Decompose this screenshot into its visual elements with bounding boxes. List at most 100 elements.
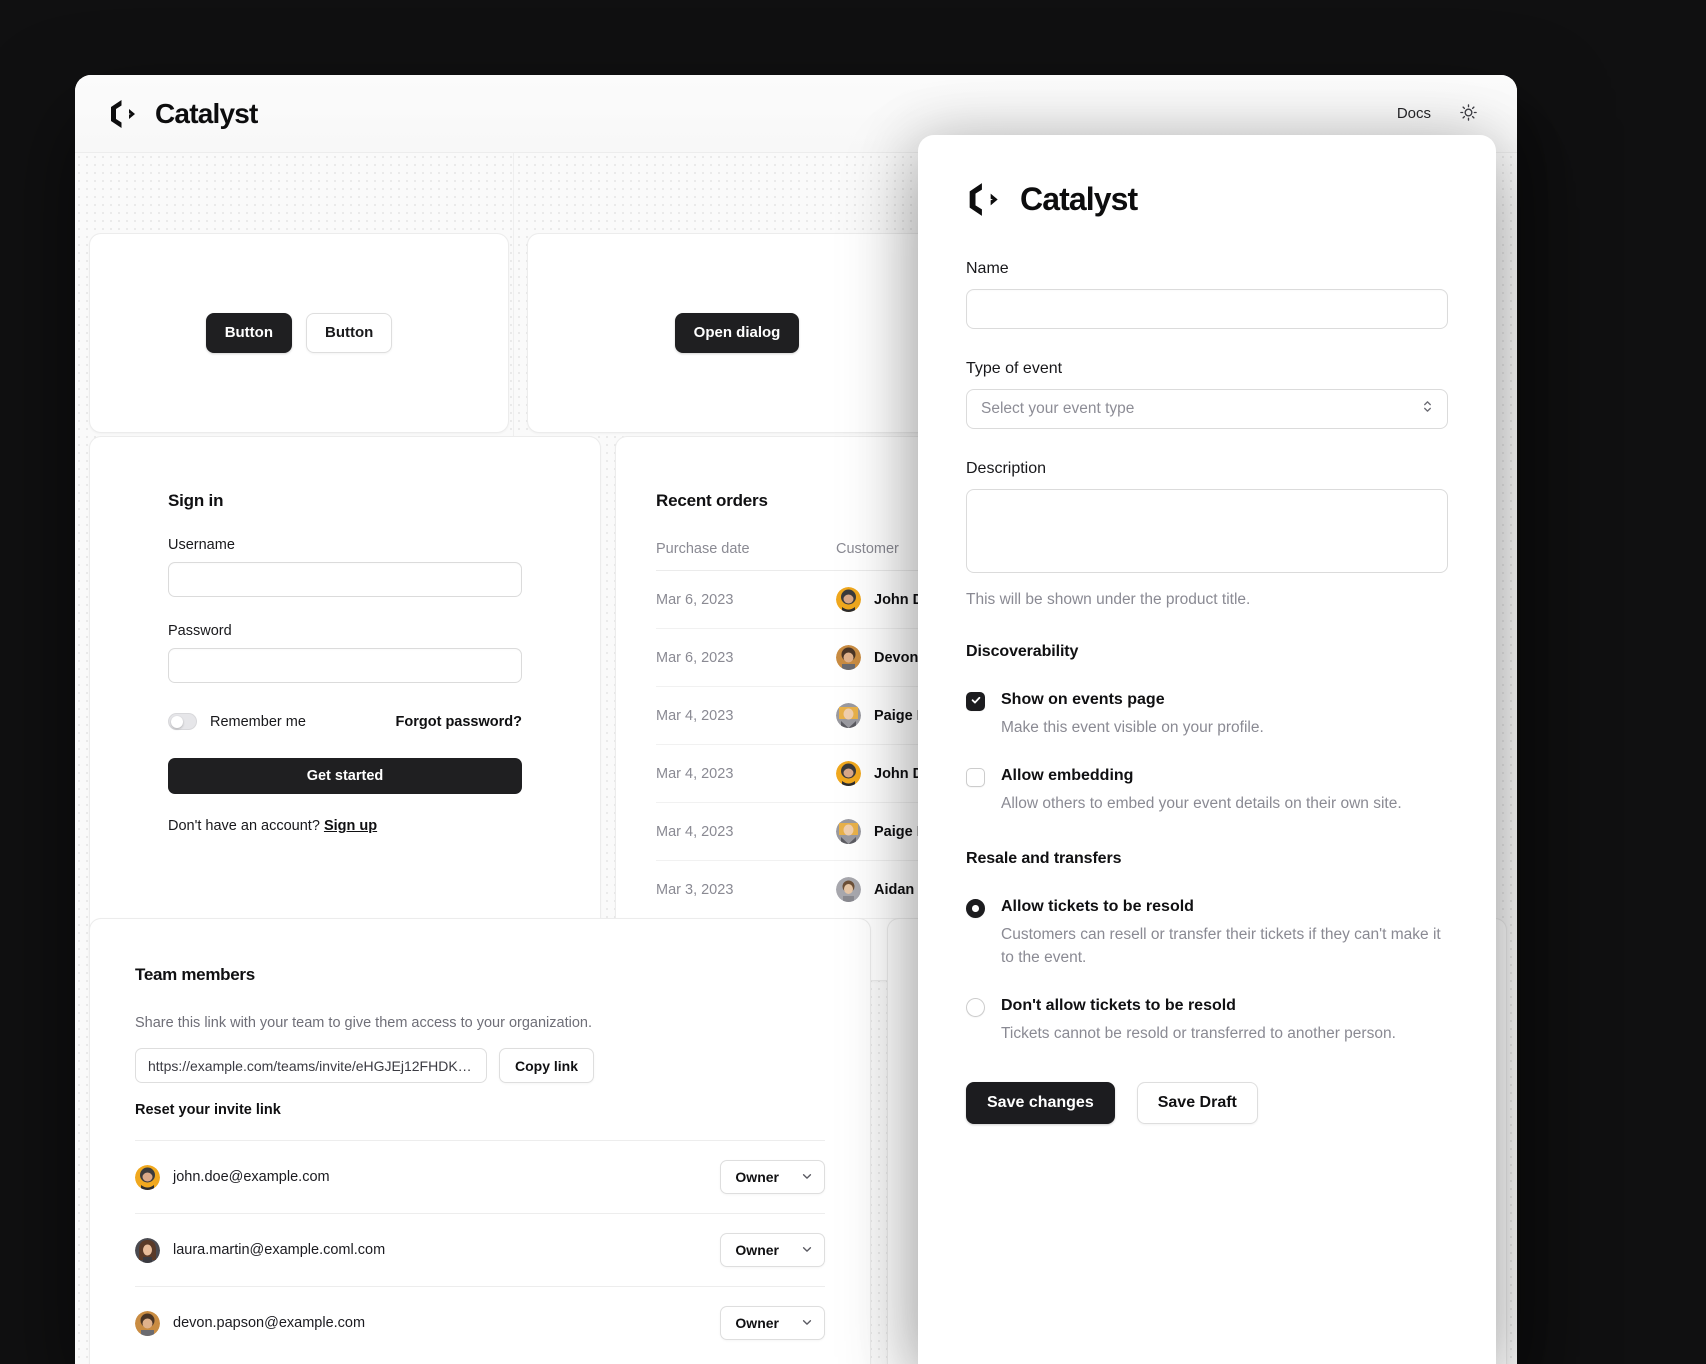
forgot-password-link[interactable]: Forgot password? bbox=[396, 714, 522, 730]
copy-link-button[interactable]: Copy link bbox=[499, 1048, 594, 1083]
member-role-select[interactable]: Owner bbox=[720, 1306, 825, 1340]
option-description: Allow others to embed your event details… bbox=[1001, 793, 1448, 816]
option-title: Show on events page bbox=[1001, 690, 1448, 710]
catalyst-logo-icon bbox=[108, 99, 142, 129]
chevron-down-icon bbox=[801, 1169, 813, 1185]
member-email: john.doe@example.com bbox=[173, 1169, 330, 1185]
discoverability-heading: Discoverability bbox=[966, 643, 1448, 661]
save-draft-button[interactable]: Save Draft bbox=[1137, 1082, 1258, 1124]
dialog-event-type-select[interactable]: Select your event type bbox=[966, 389, 1448, 429]
screenshot-stage: Catalyst Docs B bbox=[0, 0, 1706, 1364]
dialog-event-type-value: Select your event type bbox=[981, 400, 1134, 418]
remember-me-toggle[interactable] bbox=[168, 713, 197, 730]
signup-prompt-text: Don't have an account? bbox=[168, 818, 324, 834]
invite-link-row: Copy link bbox=[135, 1048, 825, 1083]
remember-me-label: Remember me bbox=[210, 714, 306, 730]
dialog-name-input[interactable] bbox=[966, 289, 1448, 329]
check-icon bbox=[970, 693, 982, 711]
member-role-value: Owner bbox=[735, 1169, 779, 1185]
secondary-button[interactable]: Button bbox=[306, 313, 392, 353]
dialog-actions: Save changes Save Draft bbox=[966, 1082, 1448, 1124]
show-on-events-page-checkbox[interactable] bbox=[966, 692, 985, 711]
username-field: Username bbox=[168, 537, 522, 597]
avatar bbox=[836, 645, 861, 670]
dialog-event-type-field: Type of event Select your event type bbox=[966, 360, 1448, 429]
signin-title: Sign in bbox=[168, 491, 522, 511]
dialog-name-label: Name bbox=[966, 260, 1448, 278]
dialog-description-field: Description This will be shown under the… bbox=[966, 460, 1448, 609]
avatar bbox=[135, 1311, 160, 1336]
avatar bbox=[836, 703, 861, 728]
team-members-description: Share this link with your team to give t… bbox=[135, 1015, 825, 1031]
member-role-value: Owner bbox=[735, 1315, 779, 1331]
option-title: Don't allow tickets to be resold bbox=[1001, 996, 1448, 1016]
radio-option-dont-allow-resold: Don't allow tickets to be resold Tickets… bbox=[966, 996, 1448, 1046]
member-email: devon.papson@example.com bbox=[173, 1315, 365, 1331]
member-role-value: Owner bbox=[735, 1242, 779, 1258]
save-changes-button[interactable]: Save changes bbox=[966, 1082, 1115, 1124]
option-description: Make this event visible on your profile. bbox=[1001, 717, 1448, 740]
member-role-select[interactable]: Owner bbox=[720, 1160, 825, 1194]
avatar bbox=[836, 587, 861, 612]
get-started-button[interactable]: Get started bbox=[168, 758, 522, 794]
list-item: devon.papson@example.com Owner bbox=[135, 1286, 825, 1359]
order-date: Mar 4, 2023 bbox=[656, 687, 836, 745]
dont-allow-resold-radio[interactable] bbox=[966, 998, 985, 1017]
order-date: Mar 6, 2023 bbox=[656, 629, 836, 687]
brand-wordmark: Catalyst bbox=[155, 98, 258, 130]
username-label: Username bbox=[168, 537, 522, 553]
docs-link[interactable]: Docs bbox=[1397, 105, 1431, 122]
dialog-description-textarea[interactable] bbox=[966, 489, 1448, 573]
avatar bbox=[836, 819, 861, 844]
allow-embedding-checkbox[interactable] bbox=[966, 768, 985, 787]
avatar bbox=[836, 761, 861, 786]
dialog-demo-card: Open dialog bbox=[527, 233, 947, 433]
dialog-event-type-label: Type of event bbox=[966, 360, 1448, 378]
password-field: Password bbox=[168, 623, 522, 683]
username-input[interactable] bbox=[168, 562, 522, 597]
discoverability-group: Show on events page Make this event visi… bbox=[966, 690, 1448, 816]
option-title: Allow tickets to be resold bbox=[1001, 897, 1448, 917]
signup-prompt: Don't have an account? Sign up bbox=[168, 818, 522, 834]
remember-me-group: Remember me bbox=[168, 713, 306, 730]
team-members-card: Team members Share this link with your t… bbox=[89, 918, 871, 1364]
theme-toggle-button[interactable] bbox=[1455, 101, 1481, 127]
sun-icon bbox=[1459, 103, 1478, 125]
app-brand: Catalyst bbox=[108, 98, 258, 130]
order-date: Mar 3, 2023 bbox=[656, 861, 836, 919]
member-email: laura.martin@example.coml.com bbox=[173, 1242, 385, 1258]
catalyst-logo-icon bbox=[966, 182, 1006, 217]
list-item: laura.martin@example.coml.com Owner bbox=[135, 1213, 825, 1286]
column-purchase-date: Purchase date bbox=[656, 541, 836, 571]
option-description: Customers can resell or transfer their t… bbox=[1001, 924, 1448, 970]
open-dialog-button[interactable]: Open dialog bbox=[675, 313, 800, 353]
list-item: john.doe@example.com Owner bbox=[135, 1140, 825, 1213]
order-date: Mar 4, 2023 bbox=[656, 745, 836, 803]
avatar bbox=[135, 1165, 160, 1190]
checkbox-option-show-on-events-page: Show on events page Make this event visi… bbox=[966, 690, 1448, 740]
password-label: Password bbox=[168, 623, 522, 639]
event-settings-dialog: Catalyst Name Type of event Select your … bbox=[918, 135, 1496, 1364]
option-title: Allow embedding bbox=[1001, 766, 1448, 786]
signup-link[interactable]: Sign up bbox=[324, 818, 377, 834]
option-description: Tickets cannot be resold or transferred … bbox=[1001, 1023, 1448, 1046]
member-list: john.doe@example.com Owner bbox=[135, 1140, 825, 1359]
dialog-description-help: This will be shown under the product tit… bbox=[966, 591, 1448, 609]
invite-link-input[interactable] bbox=[135, 1048, 487, 1083]
resale-group: Allow tickets to be resold Customers can… bbox=[966, 897, 1448, 1046]
password-input[interactable] bbox=[168, 648, 522, 683]
dialog-brand-wordmark: Catalyst bbox=[1020, 181, 1137, 218]
team-members-title: Team members bbox=[135, 965, 825, 985]
signin-card: Sign in Username Password Remember me Fo… bbox=[89, 436, 601, 981]
member-role-select[interactable]: Owner bbox=[720, 1233, 825, 1267]
avatar bbox=[135, 1238, 160, 1263]
resale-heading: Resale and transfers bbox=[966, 850, 1448, 868]
dialog-description-label: Description bbox=[966, 460, 1448, 478]
primary-button[interactable]: Button bbox=[206, 313, 292, 353]
reset-invite-link[interactable]: Reset your invite link bbox=[135, 1102, 825, 1118]
chevron-down-icon bbox=[801, 1242, 813, 1258]
allow-resold-radio[interactable] bbox=[966, 899, 985, 918]
chevron-down-icon bbox=[801, 1315, 813, 1331]
avatar bbox=[836, 877, 861, 902]
order-date: Mar 6, 2023 bbox=[656, 571, 836, 629]
